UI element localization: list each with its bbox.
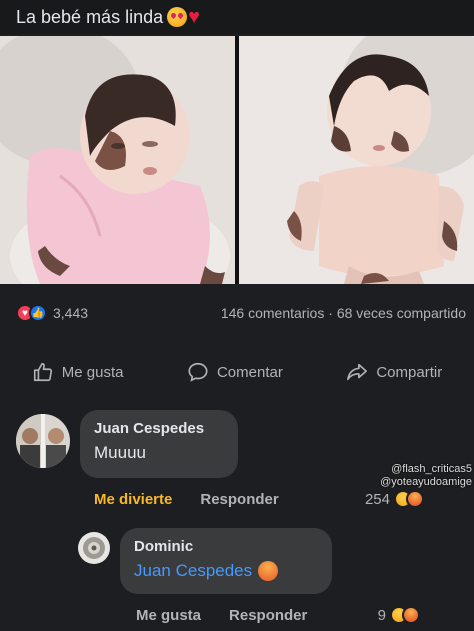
reply-button[interactable]: Responder	[229, 607, 307, 624]
reply-reaction-count[interactable]: 9	[378, 607, 386, 624]
speech-bubble-icon	[188, 362, 208, 382]
reaction-icons[interactable]: ♥ 👍	[16, 304, 47, 322]
reply-mention-row: Juan Cespedes	[134, 561, 318, 581]
angry-reaction-icon	[402, 606, 420, 624]
angry-emoji-icon	[258, 561, 279, 581]
comment-bubble-juan: Juan Cespedes Muuuu	[80, 410, 238, 478]
thumbs-up-icon	[33, 362, 52, 382]
post-title: La bebé más linda	[16, 6, 164, 27]
avatar-juan-cespedes[interactable]	[16, 414, 70, 468]
baby-photo-left[interactable]	[0, 36, 235, 284]
post-actions: Me gusta Comentar Compartir	[0, 352, 474, 392]
avatar-dominic[interactable]	[78, 532, 110, 564]
post-stats: ♥ 👍 3,443 146 comentarios · 68 veces com…	[16, 300, 466, 326]
comments-count[interactable]: 146 comentarios	[221, 305, 325, 321]
comment-reaction-count[interactable]: 254	[365, 491, 390, 508]
reaction-label-button[interactable]: Me divierte	[94, 491, 172, 508]
shares-count[interactable]: 68 veces compartido	[337, 305, 466, 321]
comments-shares: 146 comentarios · 68 veces compartido	[221, 305, 466, 321]
watermark-line-2: @yoteayudoamige	[380, 476, 472, 488]
post-header: La bebé más linda ♥	[0, 0, 474, 34]
reply-button[interactable]: Responder	[200, 491, 278, 508]
like-label: Me gusta	[61, 363, 124, 381]
watermark-line-1: @flash_criticas5	[391, 463, 472, 475]
mention-link[interactable]: Juan Cespedes	[134, 561, 252, 581]
share-button[interactable]: Compartir	[346, 361, 442, 383]
comment-meta-juan: Me divierte Responder 254	[94, 488, 424, 510]
comment-button[interactable]: Comentar	[187, 361, 283, 383]
share-arrow-icon	[347, 363, 368, 381]
share-label: Compartir	[376, 363, 443, 381]
reply-reactions	[390, 606, 420, 624]
baby-photo-right[interactable]	[239, 36, 474, 284]
reactions-count[interactable]: 3,443	[53, 305, 88, 321]
post-photos	[0, 36, 474, 284]
red-heart-icon: ♥	[188, 6, 200, 28]
reply-author[interactable]: Dominic	[134, 538, 318, 555]
heart-eyes-emoji-icon	[167, 7, 188, 27]
comment-text: Muuuu	[94, 443, 146, 462]
comment-reactions	[394, 490, 424, 508]
tiktok-watermark: @flash_criticas5 @yoteayudoamige	[380, 463, 472, 489]
like-comment-button[interactable]: Me gusta	[136, 607, 201, 624]
comment-bubble-dominic: Dominic Juan Cespedes	[120, 528, 332, 594]
comment-author[interactable]: Juan Cespedes	[94, 420, 224, 437]
title-emojis: ♥	[167, 7, 200, 27]
comment-label: Comentar	[216, 363, 283, 381]
comment-meta-dominic: Me gusta Responder 9	[136, 604, 420, 626]
stats-separator: ·	[328, 305, 333, 321]
angry-reaction-icon	[406, 490, 424, 508]
like-button[interactable]: Me gusta	[32, 361, 124, 383]
like-reaction-icon: 👍	[29, 304, 47, 322]
